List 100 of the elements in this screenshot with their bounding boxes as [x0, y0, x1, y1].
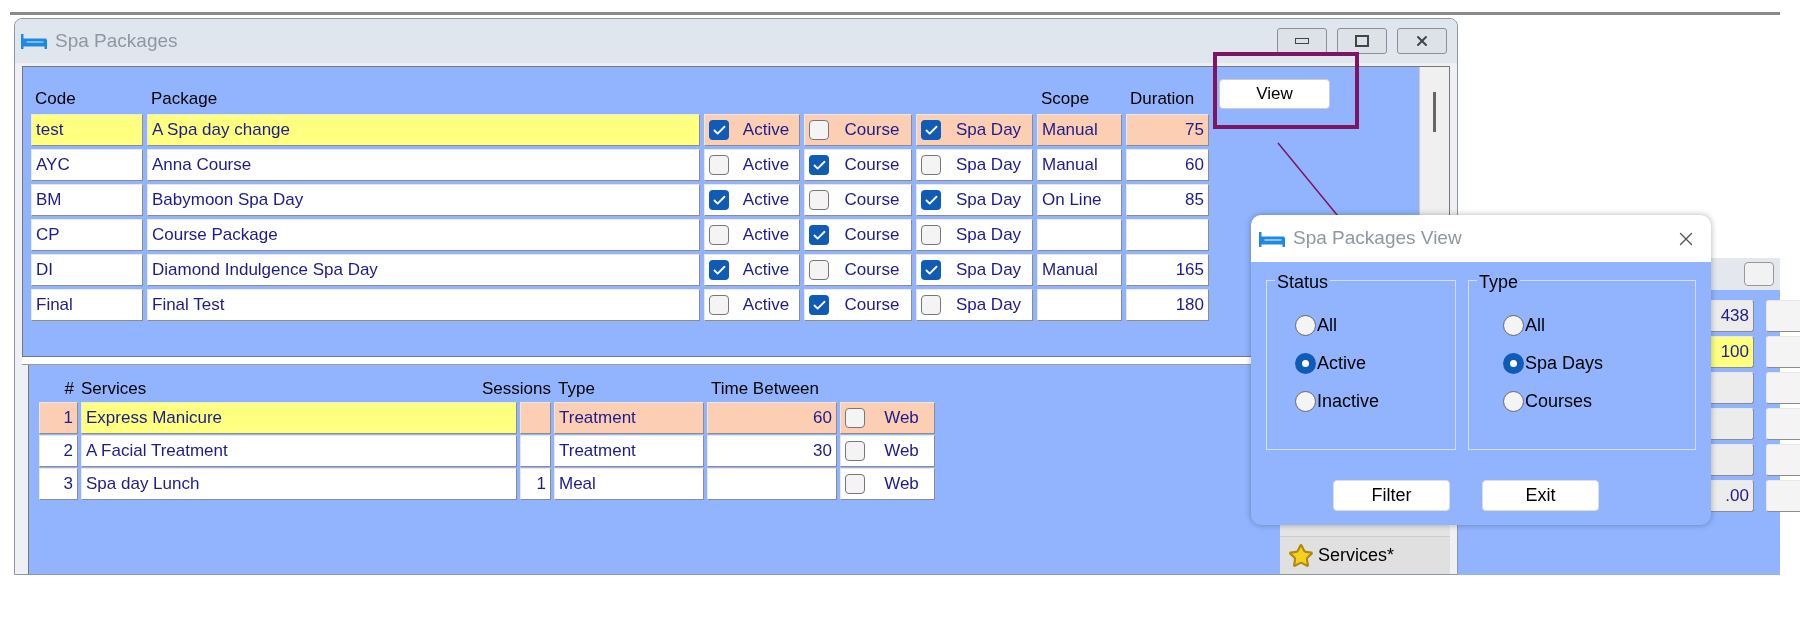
- checkbox[interactable]: [709, 190, 729, 210]
- time-between-cell: 60: [707, 402, 837, 434]
- package-cell: Babymoon Spa Day: [147, 184, 700, 216]
- checkbox-label: Active: [741, 224, 791, 247]
- package-cell: Diamond Indulgence Spa Day: [147, 254, 700, 286]
- checkbox[interactable]: [709, 260, 729, 280]
- scope-cell: Manual: [1037, 254, 1122, 286]
- column-header: Services: [81, 377, 148, 400]
- checkbox-label: Active: [741, 154, 791, 177]
- radio-button[interactable]: [1295, 314, 1316, 336]
- number-cell: 2: [39, 435, 78, 467]
- checkbox-label: Course: [843, 189, 901, 212]
- checkbox[interactable]: [809, 225, 829, 245]
- checkbox-label: Active: [741, 294, 791, 317]
- minimize-button[interactable]: [1277, 28, 1327, 54]
- checkbox[interactable]: [809, 155, 829, 175]
- code-cell: BM: [31, 184, 143, 216]
- column-header: Scope: [1040, 87, 1091, 110]
- checkbox-label: Spa Day: [954, 259, 1023, 282]
- radio-option[interactable]: Courses: [1503, 387, 1695, 415]
- duration-cell: 165: [1126, 254, 1209, 286]
- checkbox[interactable]: [845, 441, 865, 461]
- radio-button[interactable]: [1503, 352, 1524, 374]
- code-cell: test: [31, 114, 143, 146]
- checkbox-label: Web: [883, 407, 920, 430]
- code-cell: DI: [31, 254, 143, 286]
- column-header: Sessions: [481, 377, 551, 400]
- view-button[interactable]: View: [1219, 79, 1330, 109]
- maximize-button[interactable]: [1337, 28, 1387, 54]
- window-title: Spa Packages: [55, 28, 179, 53]
- radio-button[interactable]: [1503, 314, 1524, 336]
- checkbox[interactable]: [809, 295, 829, 315]
- package-cell: Anna Course: [147, 149, 700, 181]
- duration-cell: 75: [1126, 114, 1209, 146]
- checkbox[interactable]: [845, 474, 865, 494]
- service-cell: Express Manicure: [81, 402, 517, 434]
- column-header: Duration: [1129, 87, 1196, 110]
- code-cell: CP: [31, 219, 143, 251]
- checkbox[interactable]: [809, 120, 829, 140]
- bed-icon: [1259, 229, 1285, 248]
- code-cell: Final: [31, 289, 143, 321]
- checkbox-label: Active: [741, 119, 791, 142]
- checkbox[interactable]: [709, 155, 729, 175]
- checkbox[interactable]: [921, 120, 941, 140]
- close-button[interactable]: [1397, 28, 1447, 54]
- radio-option[interactable]: Inactive: [1295, 387, 1455, 415]
- radio-option[interactable]: All: [1295, 311, 1455, 339]
- scope-cell: Manual: [1037, 149, 1122, 181]
- checkbox-label: Active: [741, 259, 791, 282]
- checkbox-label: Web: [883, 473, 920, 496]
- scope-cell: Manual: [1037, 114, 1122, 146]
- type-cell: Meal: [554, 468, 704, 500]
- package-cell: A Spa day change: [147, 114, 700, 146]
- checkbox[interactable]: [709, 120, 729, 140]
- duration-cell: 180: [1126, 289, 1209, 321]
- checkbox-label: Spa Day: [954, 119, 1023, 142]
- checkbox[interactable]: [921, 190, 941, 210]
- window-button[interactable]: [1744, 262, 1774, 286]
- number-cell: 3: [39, 468, 78, 500]
- checkbox-label: Web: [883, 440, 920, 463]
- checkbox-label: Spa Day: [954, 294, 1023, 317]
- column-header: Time Between: [710, 377, 821, 400]
- radio-option[interactable]: Active: [1295, 349, 1455, 377]
- checkbox[interactable]: [845, 408, 865, 428]
- sessions-cell: [520, 402, 551, 434]
- checkbox[interactable]: [709, 225, 729, 245]
- sessions-cell: [520, 435, 551, 467]
- column-header: Package: [150, 87, 219, 110]
- checkbox[interactable]: [921, 260, 941, 280]
- duration-cell: 85: [1126, 184, 1209, 216]
- type-cell: Treatment: [554, 435, 704, 467]
- checkbox-label: Course: [843, 259, 901, 282]
- radio-button[interactable]: [1295, 390, 1316, 412]
- checkbox-label: Course: [843, 224, 901, 247]
- checkbox-label: Spa Day: [954, 224, 1023, 247]
- checkbox[interactable]: [809, 190, 829, 210]
- checkbox-label: Spa Day: [954, 154, 1023, 177]
- checkbox[interactable]: [921, 295, 941, 315]
- column-header: Type: [557, 377, 596, 400]
- checkbox-label: Course: [843, 119, 901, 142]
- services-tab[interactable]: Services*: [1280, 536, 1450, 574]
- scope-cell: On Line: [1037, 184, 1122, 216]
- service-cell: A Facial Treatment: [81, 435, 517, 467]
- checkbox[interactable]: [921, 225, 941, 245]
- checkbox-label: Spa Day: [954, 189, 1023, 212]
- checkbox[interactable]: [709, 295, 729, 315]
- radio-button[interactable]: [1503, 390, 1524, 412]
- package-cell: Final Test: [147, 289, 700, 321]
- package-cell: Course Package: [147, 219, 700, 251]
- time-between-cell: 30: [707, 435, 837, 467]
- column-header: Code: [34, 87, 77, 110]
- dialog-button[interactable]: Exit: [1482, 480, 1599, 511]
- checkbox[interactable]: [809, 260, 829, 280]
- dialog-button[interactable]: Filter: [1333, 480, 1450, 511]
- checkbox[interactable]: [921, 155, 941, 175]
- checkbox-label: Course: [843, 154, 901, 177]
- radio-button[interactable]: [1295, 352, 1316, 374]
- type-cell: Treatment: [554, 402, 704, 434]
- number-cell: 1: [39, 402, 78, 434]
- code-cell: AYC: [31, 149, 143, 181]
